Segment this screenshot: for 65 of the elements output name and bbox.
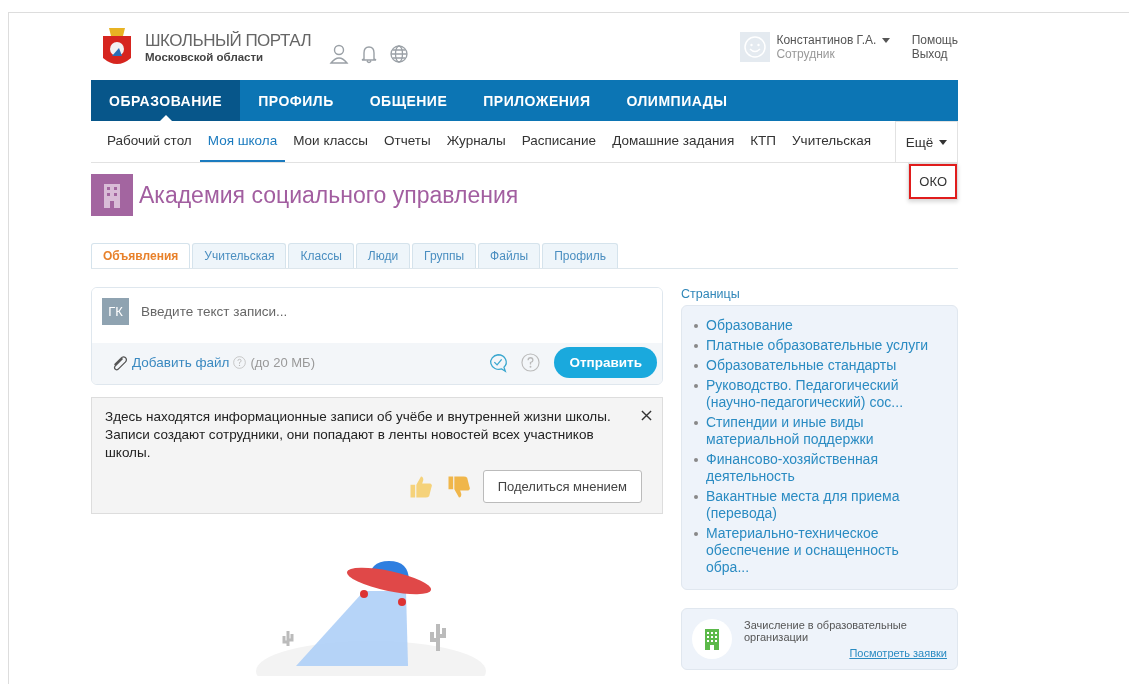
section-tab[interactable]: Классы bbox=[288, 243, 354, 268]
info-text: Здесь находятся информационные записи об учёбе и внутренней жизни школы. Записи создают сотрудники, они попадают в ленты новостей всех участников школы. bbox=[105, 408, 612, 462]
header-link[interactable]: Помощь bbox=[911, 32, 958, 47]
page-link[interactable]: Финансово-хозяйственная деятельность bbox=[706, 451, 938, 485]
sub-nav-tab[interactable]: Домашние задания bbox=[604, 121, 743, 162]
user-name[interactable]: Константинов Г.А. bbox=[776, 32, 890, 47]
more-menu-button[interactable]: Ещё bbox=[894, 121, 958, 162]
pages-heading: Страницы bbox=[681, 287, 741, 301]
portal-title: ШКОЛЬНЫЙ ПОРТАЛ bbox=[145, 30, 312, 51]
close-icon[interactable] bbox=[641, 410, 652, 421]
send-button[interactable]: Отправить bbox=[554, 347, 657, 378]
bullet-icon bbox=[694, 344, 698, 348]
bullet-icon bbox=[694, 324, 698, 328]
sub-nav-tab[interactable]: Отчеты bbox=[376, 121, 439, 162]
building-icon bbox=[91, 174, 133, 216]
region-label: Московской области bbox=[145, 50, 265, 63]
section-tab[interactable]: Группы bbox=[412, 243, 477, 268]
share-opinion-button[interactable]: Поделиться мнением bbox=[482, 470, 642, 503]
sub-nav-tab[interactable]: Учительская bbox=[784, 121, 879, 162]
section-tab[interactable]: Профиль bbox=[542, 243, 619, 268]
section-tab[interactable]: Учительская bbox=[192, 243, 287, 268]
sub-nav-tab[interactable]: Рабочий стол bbox=[91, 121, 200, 162]
school-name: Академия социального управления bbox=[139, 181, 519, 209]
section-tab[interactable]: Объявления bbox=[91, 243, 191, 268]
bullet-icon bbox=[694, 495, 698, 499]
section-tab[interactable]: Люди bbox=[355, 243, 411, 268]
add-file-link[interactable]: Добавить файл bbox=[132, 355, 230, 370]
page-link[interactable]: Руководство. Педагогический (научно-педагогический) сос... bbox=[706, 377, 938, 411]
user-icon[interactable] bbox=[329, 43, 350, 64]
page-link[interactable]: Платные образовательные услуги bbox=[706, 337, 929, 354]
file-size-limit: (до 20 МБ) bbox=[250, 355, 315, 370]
sub-nav-tab[interactable]: Журналы bbox=[438, 121, 514, 162]
main-nav-tab[interactable]: ПРИЛОЖЕНИЯ bbox=[465, 80, 609, 121]
enrollment-text: Зачисление в образовательные организации bbox=[744, 619, 908, 643]
caret-icon bbox=[881, 37, 890, 43]
view-applications-link[interactable]: Посмотреть заявки bbox=[849, 647, 947, 659]
user-role: Сотрудник bbox=[776, 46, 836, 61]
main-nav-tab[interactable]: ОЛИМПИАДЫ bbox=[608, 80, 746, 121]
bullet-icon bbox=[694, 364, 698, 368]
author-avatar: ГК bbox=[102, 298, 129, 325]
sub-nav-tab[interactable]: КТП bbox=[742, 121, 785, 162]
main-nav-tab[interactable]: ПРОФИЛЬ bbox=[240, 80, 352, 121]
sub-nav-tab[interactable]: Расписание bbox=[513, 121, 605, 162]
main-nav-tab[interactable]: ОБЩЕНИЕ bbox=[351, 80, 466, 121]
main-nav-tab[interactable]: ОБРАЗОВАНИЕ bbox=[91, 80, 241, 121]
chat-check-icon[interactable] bbox=[487, 351, 510, 374]
section-tab[interactable]: Файлы bbox=[478, 243, 541, 268]
dropdown-item[interactable]: ОКО bbox=[909, 164, 957, 199]
sub-nav-tab[interactable]: Моя школа bbox=[199, 121, 286, 162]
page-link[interactable]: Вакантные места для приема (перевода) bbox=[706, 488, 938, 522]
caret-icon bbox=[939, 140, 947, 146]
bullet-icon bbox=[694, 458, 698, 462]
page-link[interactable]: Образовательные стандарты bbox=[706, 357, 897, 374]
page-link[interactable]: Стипендии и иные виды материальной поддержки bbox=[706, 414, 938, 448]
globe-icon[interactable] bbox=[389, 43, 410, 64]
building-icon bbox=[692, 619, 732, 659]
page-link[interactable]: Образование bbox=[706, 317, 793, 334]
sub-nav-tab[interactable]: Мои классы bbox=[285, 121, 377, 162]
help-icon[interactable] bbox=[233, 356, 247, 369]
bullet-icon bbox=[694, 532, 698, 536]
page-link[interactable]: Материально-техническое обеспечение и оснащенность обра... bbox=[706, 525, 938, 576]
header-link[interactable]: Выход bbox=[911, 46, 958, 61]
bullet-icon bbox=[694, 421, 698, 425]
bullet-icon bbox=[694, 384, 698, 388]
help-icon[interactable] bbox=[521, 353, 541, 372]
